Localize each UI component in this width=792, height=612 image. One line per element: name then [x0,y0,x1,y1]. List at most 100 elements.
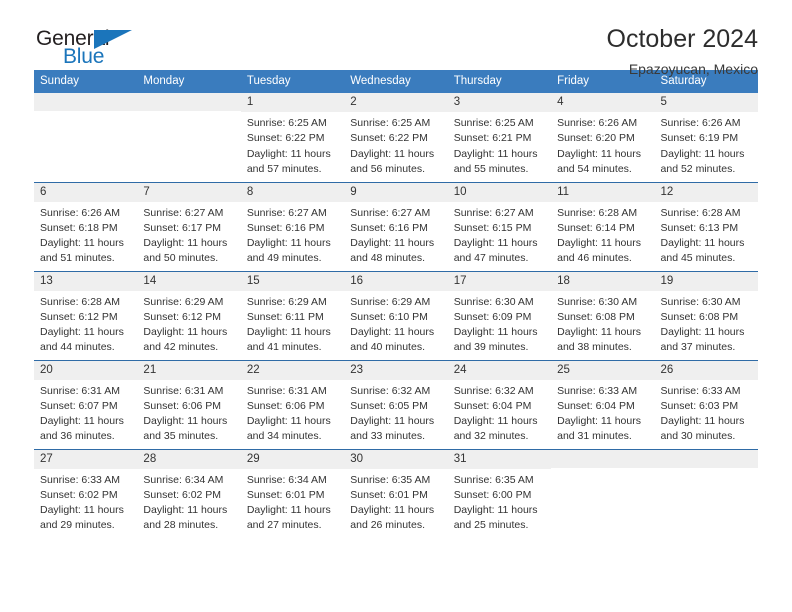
daylight-duration-line1: Daylight: 11 hours [40,504,124,516]
day-number [654,449,758,468]
sunset-time: Sunset: 6:19 PM [660,132,739,145]
daylight-duration-line1: Daylight: 11 hours [40,326,124,338]
day-cell[interactable]: 15 Sunrise: 6:29 AM Sunset: 6:11 PM Dayligh… [240,270,345,360]
daylight-duration-line2: and 37 minutes. [660,341,736,354]
daylight-duration-line1: Daylight: 11 hours [40,415,124,427]
day-cell[interactable]: 11 Sunrise: 6:28 AM Sunset: 6:14 PM Dayligh… [551,181,655,271]
day-cell[interactable]: 9 Sunrise: 6:27 AM Sunset: 6:16 PM Daylight… [344,181,448,271]
daylight-duration-line2: and 39 minutes. [453,341,529,354]
daylight-duration-line1: Daylight: 11 hours [143,237,228,249]
day-cell[interactable]: 19 Sunrise: 6:30 AM Sunset: 6:08 PM Dayligh… [654,270,758,360]
day-number: 20 [34,360,138,380]
sunrise-time: Sunrise: 6:30 AM [453,295,534,308]
daylight-duration-line2: and 52 minutes. [660,162,736,175]
daylight-duration-line2: and 54 minutes. [557,162,632,175]
day-cell[interactable]: 17 Sunrise: 6:30 AM Sunset: 6:09 PM Dayligh… [447,270,552,360]
day-cell[interactable]: 30 Sunrise: 6:35 AM Sunset: 6:01 PM Dayligh… [344,448,448,538]
day-details: Sunrise: 6:25 AM Sunset: 6:21 PM Daylight:… [448,112,551,177]
day-cell[interactable]: 10 Sunrise: 6:27 AM Sunset: 6:15 PM Dayligh… [447,181,552,271]
daylight-duration-line2: and 34 minutes. [246,430,322,443]
day-number: 5 [654,93,758,113]
day-cell[interactable]: 25 Sunrise: 6:33 AM Sunset: 6:04 PM Dayligh… [551,359,655,449]
day-cell[interactable]: 1 Sunrise: 6:25 AM Sunset: 6:22 PM Daylight… [240,93,345,182]
day-cell[interactable]: 14 Sunrise: 6:29 AM Sunset: 6:12 PM Dayligh… [137,270,241,360]
day-number: 8 [240,182,345,202]
sunrise-time: Sunrise: 6:29 AM [350,295,431,308]
day-details: Sunrise: 6:29 AM Sunset: 6:11 PM Daylight:… [241,291,344,356]
day-details: Sunrise: 6:28 AM Sunset: 6:12 PM Daylight:… [34,291,137,356]
day-number: 23 [344,360,448,380]
day-cell[interactable]: 23 Sunrise: 6:32 AM Sunset: 6:05 PM Dayligh… [344,359,448,449]
daylight-duration-line2: and 49 minutes. [246,252,322,265]
day-number: 28 [137,449,241,469]
calendar-body: 1 Sunrise: 6:25 AM Sunset: 6:22 PM Daylight… [34,93,758,538]
day-number: 17 [447,271,552,291]
day-cell[interactable]: 22 Sunrise: 6:31 AM Sunset: 6:06 PM Dayligh… [240,359,345,449]
day-details: Sunrise: 6:34 AM Sunset: 6:02 PM Daylight:… [137,469,240,534]
day-details: Sunrise: 6:33 AM Sunset: 6:02 PM Daylight:… [34,469,137,534]
day-cell-empty [137,93,241,182]
generalblue-logo[interactable]: General Blue [34,24,164,72]
day-cell[interactable]: 12 Sunrise: 6:28 AM Sunset: 6:13 PM Dayligh… [654,181,758,271]
sunrise-time: Sunrise: 6:26 AM [660,117,741,130]
sunset-time: Sunset: 6:01 PM [246,488,325,501]
day-cell[interactable]: 27 Sunrise: 6:33 AM Sunset: 6:02 PM Dayligh… [34,448,138,538]
day-cell[interactable]: 6 Sunrise: 6:26 AM Sunset: 6:18 PM Daylight… [34,181,138,271]
day-cell[interactable]: 31 Sunrise: 6:35 AM Sunset: 6:00 PM Dayligh… [447,448,552,538]
day-cell[interactable]: 7 Sunrise: 6:27 AM Sunset: 6:17 PM Daylight… [137,181,241,271]
sunset-time: Sunset: 6:16 PM [350,221,428,234]
daylight-duration-line1: Daylight: 11 hours [453,237,538,249]
sunset-time: Sunset: 6:17 PM [143,221,222,234]
day-cell[interactable]: 20 Sunrise: 6:31 AM Sunset: 6:07 PM Dayligh… [34,359,138,449]
day-cell[interactable]: 3 Sunrise: 6:25 AM Sunset: 6:21 PM Daylight… [447,93,552,182]
page-header: General Blue October 2024 Epazoyucan, Me… [34,0,758,77]
day-cell-empty [654,448,758,538]
sunrise-time: Sunrise: 6:33 AM [557,384,638,397]
sunset-time: Sunset: 6:03 PM [660,399,739,412]
day-cell[interactable]: 4 Sunrise: 6:26 AM Sunset: 6:20 PM Daylight… [551,93,655,182]
sunset-time: Sunset: 6:06 PM [246,399,325,412]
daylight-duration-line1: Daylight: 11 hours [143,504,228,516]
calendar-week-row: 27 Sunrise: 6:33 AM Sunset: 6:02 PM Dayligh… [34,448,758,538]
daylight-duration-line1: Daylight: 11 hours [246,326,331,338]
day-details: Sunrise: 6:33 AM Sunset: 6:03 PM Daylight:… [655,380,758,445]
sunset-time: Sunset: 6:20 PM [557,132,635,145]
daylight-duration-line2: and 38 minutes. [557,341,632,354]
day-number: 16 [344,271,448,291]
day-number [34,93,138,111]
day-cell[interactable]: 24 Sunrise: 6:32 AM Sunset: 6:04 PM Dayligh… [447,359,552,449]
title-block: October 2024 Epazoyucan, Mexico [607,24,759,77]
day-number: 9 [344,182,448,202]
day-cell[interactable]: 26 Sunrise: 6:33 AM Sunset: 6:03 PM Dayligh… [654,359,758,449]
calendar-week-row: 20 Sunrise: 6:31 AM Sunset: 6:07 PM Dayligh… [34,359,758,449]
daylight-duration-line1: Daylight: 11 hours [350,237,435,249]
day-cell[interactable]: 5 Sunrise: 6:26 AM Sunset: 6:19 PM Daylight… [654,93,758,182]
daylight-duration-line1: Daylight: 11 hours [660,326,745,338]
day-cell[interactable]: 21 Sunrise: 6:31 AM Sunset: 6:06 PM Dayligh… [137,359,241,449]
day-cell[interactable]: 18 Sunrise: 6:30 AM Sunset: 6:08 PM Dayligh… [551,270,655,360]
daylight-duration-line2: and 46 minutes. [557,252,632,265]
day-cell[interactable]: 2 Sunrise: 6:25 AM Sunset: 6:22 PM Daylight… [344,93,448,182]
daylight-duration-line1: Daylight: 11 hours [350,504,435,516]
sunrise-time: Sunrise: 6:35 AM [350,473,431,486]
day-details: Sunrise: 6:30 AM Sunset: 6:08 PM Daylight:… [655,291,758,356]
day-details: Sunrise: 6:29 AM Sunset: 6:10 PM Daylight:… [344,291,447,356]
day-cell[interactable]: 28 Sunrise: 6:34 AM Sunset: 6:02 PM Dayligh… [137,448,241,538]
sunrise-time: Sunrise: 6:32 AM [453,384,534,397]
calendar-table: Sunday Monday Tuesday Wednesday Thursday… [34,70,758,538]
sunrise-time: Sunrise: 6:30 AM [557,295,638,308]
daylight-duration-line1: Daylight: 11 hours [660,237,745,249]
day-cell[interactable]: 29 Sunrise: 6:34 AM Sunset: 6:01 PM Dayligh… [240,448,345,538]
day-cell[interactable]: 13 Sunrise: 6:28 AM Sunset: 6:12 PM Dayligh… [34,270,138,360]
day-cell[interactable]: 16 Sunrise: 6:29 AM Sunset: 6:10 PM Dayligh… [344,270,448,360]
daylight-duration-line2: and 25 minutes. [453,519,529,532]
day-number: 31 [447,449,552,469]
sunset-time: Sunset: 6:12 PM [40,310,118,323]
sunset-time: Sunset: 6:01 PM [350,488,428,501]
day-cell[interactable]: 8 Sunrise: 6:27 AM Sunset: 6:16 PM Daylight… [240,181,345,271]
day-number: 6 [34,182,138,202]
daylight-duration-line2: and 27 minutes. [246,519,322,532]
day-number: 22 [240,360,345,380]
sunset-time: Sunset: 6:06 PM [143,399,222,412]
day-number: 26 [654,360,758,380]
